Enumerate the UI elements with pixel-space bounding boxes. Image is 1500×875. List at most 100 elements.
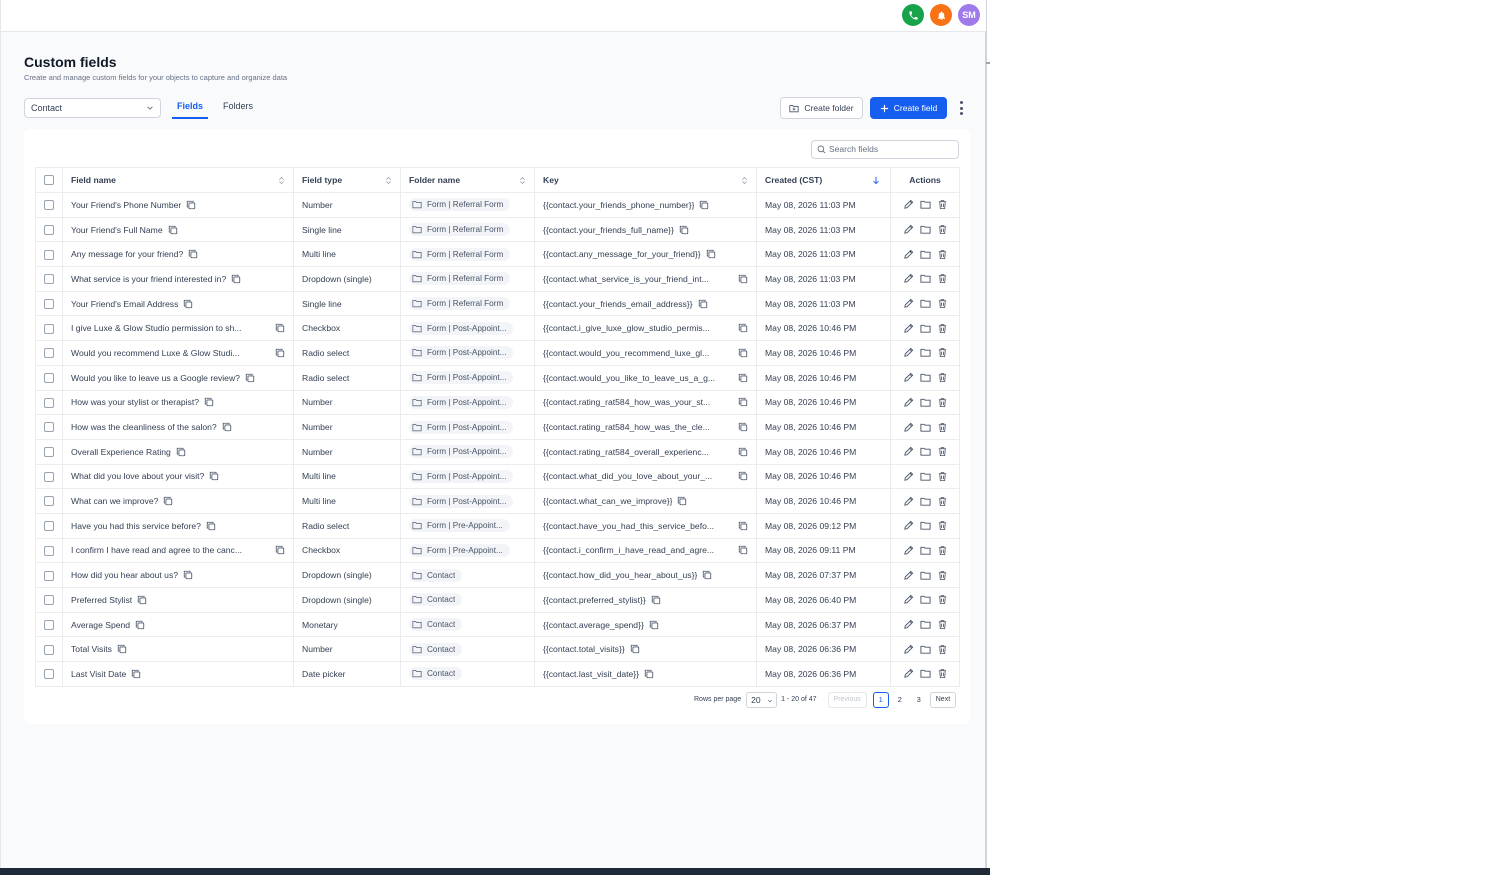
move-to-folder-icon[interactable] xyxy=(919,323,931,334)
folder-badge[interactable]: Form | Referral Form xyxy=(409,247,511,261)
copy-icon[interactable] xyxy=(706,249,716,259)
copy-icon[interactable] xyxy=(209,471,219,481)
copy-icon[interactable] xyxy=(677,496,687,506)
edit-icon[interactable] xyxy=(903,545,914,556)
move-to-folder-icon[interactable] xyxy=(919,594,931,605)
edit-icon[interactable] xyxy=(903,249,914,260)
copy-icon[interactable] xyxy=(738,471,748,481)
field-name[interactable]: Would you like to leave us a Google revi… xyxy=(71,373,240,383)
field-name[interactable]: Preferred Stylist xyxy=(71,595,132,605)
field-name[interactable]: Any message for your friend? xyxy=(71,249,183,259)
copy-icon[interactable] xyxy=(275,545,285,555)
folder-badge[interactable]: Form | Post-Appoint... xyxy=(409,395,514,409)
delete-icon[interactable] xyxy=(937,644,948,655)
col-folder-name[interactable]: Folder name xyxy=(400,167,535,193)
notifications-button[interactable] xyxy=(930,4,952,26)
row-checkbox[interactable] xyxy=(44,595,54,606)
edit-icon[interactable] xyxy=(903,224,914,235)
folder-badge[interactable]: Contact xyxy=(409,568,463,582)
page-3-button[interactable]: 3 xyxy=(911,692,927,708)
edit-icon[interactable] xyxy=(903,570,914,581)
copy-icon[interactable] xyxy=(738,521,748,531)
folder-badge[interactable]: Form | Post-Appoint... xyxy=(409,469,514,483)
copy-icon[interactable] xyxy=(188,249,198,259)
row-checkbox[interactable] xyxy=(44,298,54,309)
field-name[interactable]: Last Visit Date xyxy=(71,669,126,679)
row-checkbox[interactable] xyxy=(44,545,54,556)
delete-icon[interactable] xyxy=(937,594,948,605)
row-checkbox[interactable] xyxy=(44,521,54,532)
move-to-folder-icon[interactable] xyxy=(919,249,931,260)
row-checkbox[interactable] xyxy=(44,496,54,507)
delete-icon[interactable] xyxy=(937,323,948,334)
edit-icon[interactable] xyxy=(903,199,914,210)
edit-icon[interactable] xyxy=(903,372,914,383)
create-field-button[interactable]: Create field xyxy=(870,97,947,119)
col-field-name[interactable]: Field name xyxy=(62,167,294,193)
copy-icon[interactable] xyxy=(738,323,748,333)
folder-badge[interactable]: Form | Referral Form xyxy=(409,297,511,311)
field-name[interactable]: What did you love about your visit? xyxy=(71,471,204,481)
copy-icon[interactable] xyxy=(738,373,748,383)
row-checkbox[interactable] xyxy=(44,447,54,458)
move-to-folder-icon[interactable] xyxy=(919,619,931,630)
copy-icon[interactable] xyxy=(231,274,241,284)
copy-icon[interactable] xyxy=(135,620,145,630)
field-name[interactable]: Your Friend's Email Address xyxy=(71,299,178,309)
field-name[interactable]: Average Spend xyxy=(71,620,130,630)
field-name[interactable]: How was your stylist or therapist? xyxy=(71,397,199,407)
folder-badge[interactable]: Form | Referral Form xyxy=(409,272,511,286)
copy-icon[interactable] xyxy=(183,299,193,309)
row-checkbox[interactable] xyxy=(44,669,54,680)
row-checkbox[interactable] xyxy=(44,348,54,359)
col-key[interactable]: Key xyxy=(534,167,757,193)
copy-icon[interactable] xyxy=(117,644,127,654)
rows-per-page-select[interactable]: 20 xyxy=(746,691,778,708)
field-name[interactable]: Would you recommend Luxe & Glow Studi... xyxy=(71,348,239,358)
field-name[interactable]: Your Friend's Full Name xyxy=(71,225,163,235)
previous-page-button[interactable]: Previous xyxy=(827,691,867,708)
folder-badge[interactable]: Form | Referral Form xyxy=(409,223,511,237)
delete-icon[interactable] xyxy=(937,298,948,309)
copy-icon[interactable] xyxy=(649,620,659,630)
copy-icon[interactable] xyxy=(738,397,748,407)
row-checkbox[interactable] xyxy=(44,570,54,581)
field-name[interactable]: How did you hear about us? xyxy=(71,570,178,580)
row-checkbox[interactable] xyxy=(44,422,54,433)
folder-badge[interactable]: Contact xyxy=(409,667,463,681)
move-to-folder-icon[interactable] xyxy=(919,422,931,433)
folder-badge[interactable]: Contact xyxy=(409,618,463,632)
copy-icon[interactable] xyxy=(738,274,748,284)
field-name[interactable]: How was the cleanliness of the salon? xyxy=(71,422,217,432)
copy-icon[interactable] xyxy=(176,447,186,457)
copy-icon[interactable] xyxy=(702,570,712,580)
move-to-folder-icon[interactable] xyxy=(919,273,931,284)
row-checkbox[interactable] xyxy=(44,373,54,384)
copy-icon[interactable] xyxy=(168,225,178,235)
copy-icon[interactable] xyxy=(738,422,748,432)
delete-icon[interactable] xyxy=(937,446,948,457)
edit-icon[interactable] xyxy=(903,471,914,482)
copy-icon[interactable] xyxy=(137,595,147,605)
delete-icon[interactable] xyxy=(937,347,948,358)
edit-icon[interactable] xyxy=(903,422,914,433)
col-created[interactable]: Created (CST) xyxy=(756,167,891,193)
copy-icon[interactable] xyxy=(204,397,214,407)
move-to-folder-icon[interactable] xyxy=(919,372,931,383)
field-name[interactable]: Overall Experience Rating xyxy=(71,447,171,457)
row-checkbox[interactable] xyxy=(44,644,54,655)
folder-badge[interactable]: Form | Pre-Appoint... xyxy=(409,519,510,533)
field-name[interactable]: Have you had this service before? xyxy=(71,521,201,531)
edit-icon[interactable] xyxy=(903,397,914,408)
edit-icon[interactable] xyxy=(903,619,914,630)
create-folder-button[interactable]: Create folder xyxy=(780,97,863,119)
user-avatar[interactable]: SM xyxy=(958,4,980,26)
delete-icon[interactable] xyxy=(937,199,948,210)
row-checkbox[interactable] xyxy=(44,397,54,408)
more-options-button[interactable] xyxy=(955,99,967,117)
copy-icon[interactable] xyxy=(275,323,285,333)
row-checkbox[interactable] xyxy=(44,274,54,285)
move-to-folder-icon[interactable] xyxy=(919,224,931,235)
folder-badge[interactable]: Form | Post-Appoint... xyxy=(409,494,514,508)
field-name[interactable]: I confirm I have read and agree to the c… xyxy=(71,545,242,555)
